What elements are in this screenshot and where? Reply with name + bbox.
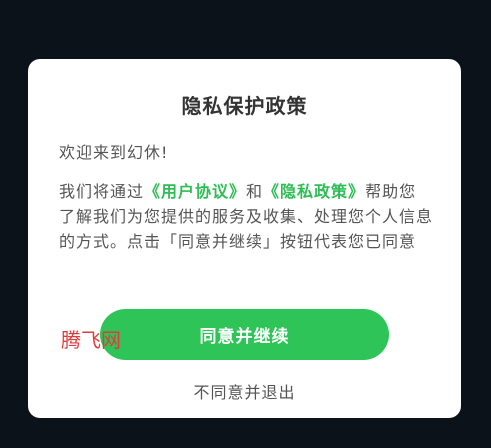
- watermark-text: 腾飞网: [61, 328, 121, 352]
- privacy-policy-dialog: 隐私保护政策 欢迎来到幻休! 我们将通过《用户协议》和《隐私政策》帮助您了解我们…: [28, 59, 461, 418]
- dialog-title: 隐私保护政策: [181, 94, 308, 118]
- disagree-and-exit-button[interactable]: 不同意并退出: [28, 379, 461, 403]
- user-agreement-link[interactable]: 《用户协议》: [144, 182, 246, 201]
- policy-text-and: 和: [246, 182, 264, 201]
- welcome-text: 欢迎来到幻休!: [59, 143, 169, 162]
- policy-description: 我们将通过《用户协议》和《隐私政策》帮助您了解我们为您提供的服务及收集、处理您个…: [59, 179, 433, 254]
- privacy-policy-link[interactable]: 《隐私政策》: [263, 182, 365, 201]
- screen-backdrop: 隐私保护政策 欢迎来到幻休! 我们将通过《用户协议》和《隐私政策》帮助您了解我们…: [0, 0, 491, 448]
- agree-and-continue-button[interactable]: 同意并继续: [100, 309, 389, 360]
- policy-text-intro: 我们将通过: [59, 182, 145, 201]
